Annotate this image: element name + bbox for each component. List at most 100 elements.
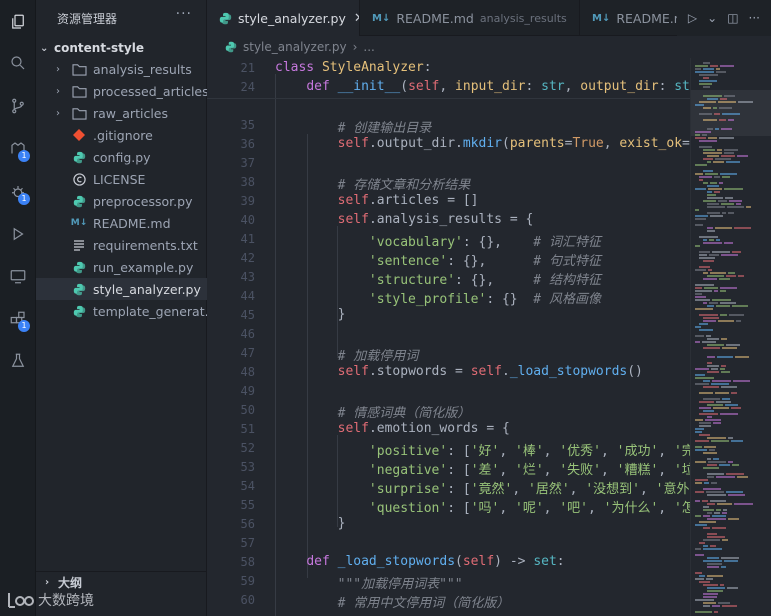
source-control-icon[interactable] xyxy=(0,88,36,124)
file-tree-label: style_analyzer.py xyxy=(93,281,201,297)
code-line[interactable]: 'structure': {}, # 结构特征 xyxy=(275,269,601,288)
sticky-scroll-divider xyxy=(207,98,690,99)
code-line[interactable]: self.emotion_words = { xyxy=(275,421,510,436)
tab-style-analyzer[interactable]: style_analyzer.py ✕ xyxy=(207,0,360,36)
minimap-line xyxy=(711,383,729,385)
tab-readme-analysis[interactable]: M↓ README.md analysis_results xyxy=(360,0,580,36)
minimap-line xyxy=(718,101,736,103)
file-tree-item[interactable]: template_generat... xyxy=(36,300,207,322)
minimap-line xyxy=(703,548,722,550)
file-tree-item[interactable]: preprocessor.py xyxy=(36,190,207,212)
run-icon[interactable] xyxy=(0,216,36,252)
remote-explorer-icon[interactable] xyxy=(0,258,36,294)
more-icon[interactable]: ··· xyxy=(749,11,760,25)
code-line[interactable]: """加载停用词表""" xyxy=(275,573,463,592)
file-tree-item[interactable]: config.py xyxy=(36,146,207,168)
minimap-line xyxy=(719,182,723,184)
file-tree-item[interactable]: M↓ README.md xyxy=(36,212,207,234)
minimap-line xyxy=(718,320,734,322)
minimap-line xyxy=(728,119,734,121)
minimap-line xyxy=(695,65,708,67)
minimap-line xyxy=(695,611,712,613)
tab-readme[interactable]: M↓ README.md xyxy=(580,0,680,36)
code-line[interactable]: 'style_profile': {} # 风格画像 xyxy=(275,288,601,307)
python-file-icon xyxy=(71,303,87,319)
minimap-line xyxy=(737,476,748,478)
explorer-icon[interactable] xyxy=(0,4,36,40)
minimap-line xyxy=(699,401,714,403)
more-actions-button[interactable]: ··· xyxy=(176,6,192,22)
code-editor[interactable]: 21 class StyleAnalyzer: 24 def __init__(se… xyxy=(207,58,690,616)
minimap-line xyxy=(703,152,722,154)
line-number: 45 xyxy=(240,308,255,322)
minimap-line xyxy=(720,314,727,316)
minimap-line xyxy=(695,383,709,385)
breadcrumb-symbol[interactable]: ... xyxy=(363,40,374,54)
minimap-line xyxy=(708,137,717,139)
file-tree-item[interactable]: LICENSE xyxy=(36,168,207,190)
extensions-remote-icon[interactable]: 1 xyxy=(0,131,36,167)
search-icon[interactable] xyxy=(0,45,36,81)
python-file-icon xyxy=(219,12,232,25)
minimap-line xyxy=(695,461,706,463)
minimap-line xyxy=(707,476,714,478)
minimap-line xyxy=(720,65,734,67)
breadcrumb-file[interactable]: style_analyzer.py xyxy=(243,40,347,54)
minimap-line xyxy=(710,500,726,502)
minimap-line xyxy=(695,515,701,517)
minimap-line xyxy=(695,554,704,556)
file-tree-item[interactable]: run_example.py xyxy=(36,256,207,278)
file-tree-item[interactable]: requirements.txt xyxy=(36,234,207,256)
minimap-line xyxy=(712,299,731,301)
project-root[interactable]: ⌄ content-style xyxy=(40,38,144,58)
debug-icon[interactable]: 1 xyxy=(0,174,36,210)
code-line[interactable]: def _load_stopwords(self) -> set: xyxy=(275,554,564,569)
minimap-line xyxy=(703,278,717,280)
code-line[interactable]: } xyxy=(275,516,346,531)
code-line[interactable]: self.output_dir.mkdir(parents=True, exis… xyxy=(275,136,690,151)
code-line[interactable]: def __init__(self, input_dir: str, outpu… xyxy=(275,79,690,94)
run-icon[interactable]: ▷ xyxy=(688,11,697,25)
minimap-line xyxy=(699,83,712,85)
code-line[interactable]: 'positive': ['好', '棒', '优秀', '成功', '完 xyxy=(275,440,690,459)
minimap-line xyxy=(703,302,707,304)
code-line[interactable]: 'surprise': ['竟然', '居然', '没想到', '意外 xyxy=(275,478,690,497)
code-line[interactable]: 'negative': ['差', '烂', '失败', '糟糕', '垃 xyxy=(275,459,690,478)
minimap-line xyxy=(707,416,712,418)
code-line[interactable]: # 常用中文停用词（简化版） xyxy=(275,592,510,611)
code-line[interactable]: 'vocabulary': {}, # 词汇特征 xyxy=(275,231,601,250)
file-tree-item[interactable]: › analysis_results xyxy=(36,58,207,80)
code-line[interactable]: # 加载停用词 xyxy=(275,345,419,364)
code-line[interactable]: 'question': ['吗', '呢', '吧', '为什么', '怎 xyxy=(275,497,690,516)
minimap-line xyxy=(707,473,724,475)
code-line[interactable]: # 创建输出目录 xyxy=(275,117,432,136)
code-line[interactable]: # 存储文章和分析结果 xyxy=(275,174,471,193)
badge: 1 xyxy=(18,320,30,332)
file-tree-item[interactable]: .gitignore xyxy=(36,124,207,146)
code-line[interactable]: } xyxy=(275,307,346,322)
file-tree-item[interactable]: › processed_articles xyxy=(36,80,207,102)
minimap-line xyxy=(707,98,718,100)
minimap-line xyxy=(720,290,726,292)
code-line[interactable]: self.stopwords = self._load_stopwords() xyxy=(275,364,643,379)
minimap-line xyxy=(703,77,709,79)
file-tree-item[interactable]: › raw_articles xyxy=(36,102,207,124)
code-line[interactable]: # 情感词典（简化版） xyxy=(275,402,471,421)
line-number: 37 xyxy=(240,156,255,170)
extensions-icon[interactable]: 1 xyxy=(0,301,36,337)
minimap-line xyxy=(695,500,700,502)
chevron-down-icon[interactable]: ⌄ xyxy=(707,11,717,25)
code-line[interactable]: self.analysis_results = { xyxy=(275,212,534,227)
split-editor-icon[interactable]: ◫ xyxy=(727,11,738,25)
code-line[interactable]: 'sentence': {}, # 句式特征 xyxy=(275,250,601,269)
minimap-line xyxy=(695,326,701,328)
minimap[interactable] xyxy=(690,58,771,616)
minimap-line xyxy=(726,161,740,163)
code-line[interactable]: class StyleAnalyzer: xyxy=(275,60,432,75)
breadcrumb: style_analyzer.py › ... xyxy=(207,36,771,58)
file-tree-label: config.py xyxy=(93,149,151,165)
minimap-line xyxy=(728,494,745,496)
file-tree-item[interactable]: style_analyzer.py xyxy=(36,278,207,300)
code-line[interactable]: self.articles = [] xyxy=(275,193,479,208)
testing-flask-icon[interactable] xyxy=(0,343,36,379)
